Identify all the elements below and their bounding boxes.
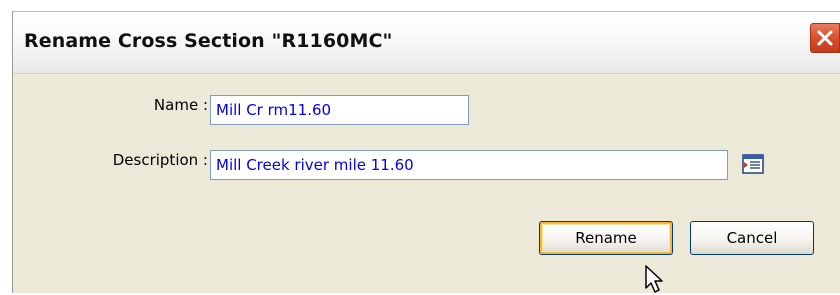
description-editor-button[interactable] xyxy=(740,151,766,177)
description-label: Description : xyxy=(112,151,208,169)
rename-dialog: Rename Cross Section "R1160MC" Name : De… xyxy=(12,11,840,293)
mouse-pointer-icon xyxy=(645,265,663,293)
dialog-titlebar[interactable]: Rename Cross Section "R1160MC" xyxy=(13,12,840,74)
rename-button[interactable]: Rename xyxy=(539,221,673,255)
name-field[interactable] xyxy=(210,95,469,125)
cancel-button[interactable]: Cancel xyxy=(690,221,814,255)
text-editor-icon xyxy=(742,154,764,174)
name-label: Name : xyxy=(153,96,208,114)
description-field[interactable] xyxy=(210,150,728,180)
close-icon xyxy=(817,30,833,46)
dialog-title: Rename Cross Section "R1160MC" xyxy=(24,30,393,52)
close-button[interactable] xyxy=(809,22,840,54)
